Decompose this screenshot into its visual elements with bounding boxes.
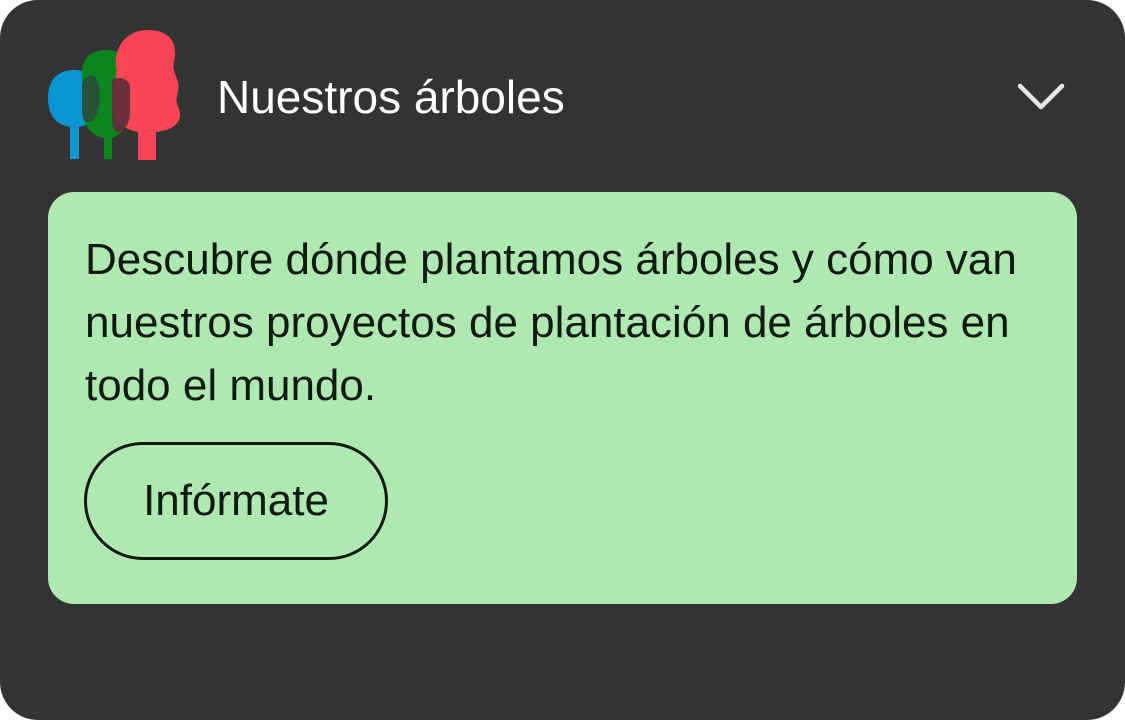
trees-widget-card: Nuestros árboles Descubre dónde plantamo… [0,0,1125,720]
widget-title: Nuestros árboles [217,71,565,123]
widget-header[interactable]: Nuestros árboles [0,0,1125,192]
trees-logo-icon [48,30,180,160]
learn-more-button[interactable]: Infórmate [84,442,388,560]
chevron-down-icon[interactable] [1014,78,1068,114]
info-panel: Descubre dónde plantamos árboles y cómo … [48,192,1077,604]
info-description: Descubre dónde plantamos árboles y cómo … [85,235,1017,410]
